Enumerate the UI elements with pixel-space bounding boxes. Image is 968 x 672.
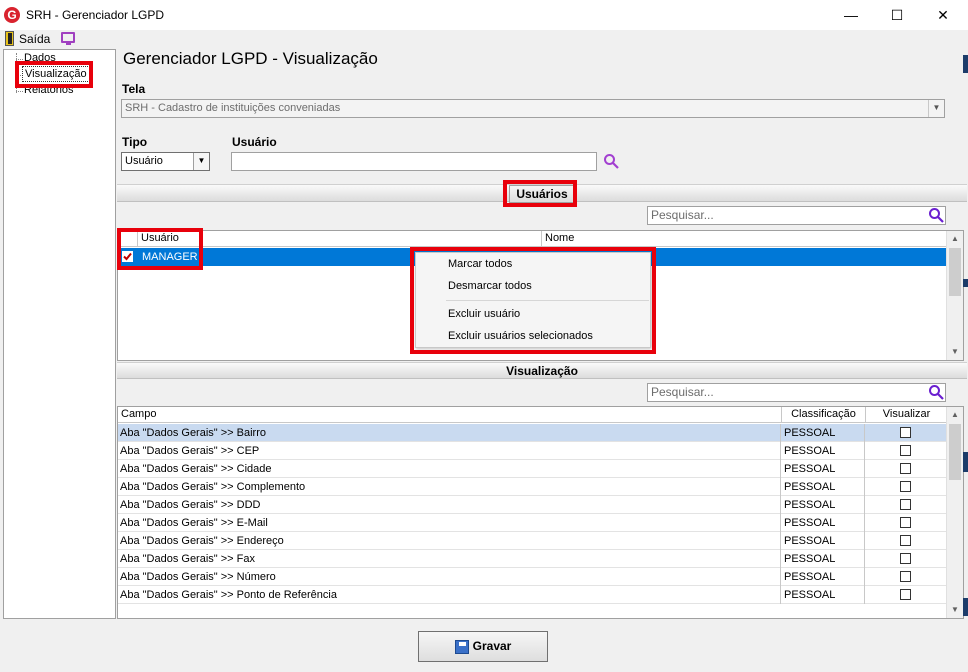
background-window-edge (963, 598, 968, 616)
usuario-label: Usuário (232, 135, 277, 149)
highlight-box (410, 247, 656, 354)
navigation-tree: Dados Relatórios (3, 49, 116, 619)
view-section-title: Visualização (506, 364, 578, 378)
search-icon[interactable] (603, 153, 619, 169)
table-row[interactable]: Aba "Dados Gerais" >> Endereço PESSOAL (118, 532, 947, 550)
table-row[interactable]: Aba "Dados Gerais" >> Bairro PESSOAL (118, 424, 947, 442)
campo-cell: Aba "Dados Gerais" >> Cidade (118, 460, 781, 478)
visualizar-checkbox[interactable] (900, 517, 911, 528)
campo-cell: Aba "Dados Gerais" >> Bairro (118, 424, 781, 442)
tipo-value: Usuário (125, 155, 163, 167)
highlight-box (15, 61, 93, 88)
view-grid: Campo Classificação Visualizar Aba "Dado… (117, 406, 964, 619)
tela-select[interactable]: SRH - Cadastro de instituições conveniad… (121, 99, 945, 118)
scroll-down-arrow-icon[interactable]: ▼ (947, 602, 963, 618)
visualizar-checkbox[interactable] (900, 535, 911, 546)
minimize-button[interactable]: — (828, 0, 874, 30)
visualizar-checkbox[interactable] (900, 571, 911, 582)
campo-cell: Aba "Dados Gerais" >> Endereço (118, 532, 781, 550)
scroll-up-arrow-icon[interactable]: ▲ (947, 407, 963, 423)
tela-label: Tela (122, 82, 146, 96)
window-title: SRH - Gerenciador LGPD (26, 8, 165, 22)
menu-exit[interactable]: Saída (19, 32, 50, 46)
campo-cell: Aba "Dados Gerais" >> CEP (118, 442, 781, 460)
visualizar-checkbox[interactable] (900, 553, 911, 564)
highlight-box (117, 228, 203, 270)
table-row[interactable]: Aba "Dados Gerais" >> Ponto de Referênci… (118, 586, 947, 604)
campo-cell: Aba "Dados Gerais" >> E-Mail (118, 514, 781, 532)
view-section-bar: Visualização (117, 362, 967, 379)
table-row[interactable]: Aba "Dados Gerais" >> Cidade PESSOAL (118, 460, 947, 478)
save-button[interactable]: Gravar (418, 631, 548, 662)
door-exit-icon[interactable] (5, 31, 14, 46)
classificacao-cell: PESSOAL (782, 568, 865, 586)
highlight-box (503, 180, 577, 207)
campo-cell: Aba "Dados Gerais" >> Ponto de Referênci… (118, 586, 781, 604)
column-header-visualizar[interactable]: Visualizar (866, 407, 947, 423)
background-window-edge (963, 279, 968, 287)
tela-value: SRH - Cadastro de instituições conveniad… (125, 102, 341, 114)
tipo-label: Tipo (122, 135, 148, 149)
scroll-down-arrow-icon[interactable]: ▼ (947, 344, 963, 360)
classificacao-cell: PESSOAL (782, 550, 865, 568)
background-window-edge (963, 452, 968, 472)
close-button[interactable]: ✕ (920, 0, 966, 30)
campo-cell: Aba "Dados Gerais" >> Fax (118, 550, 781, 568)
classificacao-cell: PESSOAL (782, 478, 865, 496)
classificacao-cell: PESSOAL (782, 586, 865, 604)
monitor-icon[interactable] (61, 32, 75, 45)
classificacao-cell: PESSOAL (782, 460, 865, 478)
page-title: Gerenciador LGPD - Visualização (123, 49, 378, 68)
classificacao-cell: PESSOAL (782, 532, 865, 550)
maximize-button[interactable]: ☐ (874, 0, 920, 30)
classificacao-cell: PESSOAL (782, 424, 865, 442)
classificacao-cell: PESSOAL (782, 514, 865, 532)
users-search-input[interactable]: Pesquisar... (647, 206, 946, 225)
table-row[interactable]: Aba "Dados Gerais" >> Fax PESSOAL (118, 550, 947, 568)
campo-cell: Aba "Dados Gerais" >> Complemento (118, 478, 781, 496)
scroll-up-arrow-icon[interactable]: ▲ (947, 231, 963, 247)
classificacao-cell: PESSOAL (782, 442, 865, 460)
table-row[interactable]: Aba "Dados Gerais" >> Número PESSOAL (118, 568, 947, 586)
view-scrollbar[interactable]: ▲ ▼ (946, 407, 963, 618)
users-grid-header: Usuário Nome (118, 231, 947, 247)
tipo-select[interactable]: Usuário ▼ (121, 152, 210, 171)
visualizar-checkbox[interactable] (900, 589, 911, 600)
usuario-input[interactable] (231, 152, 597, 171)
floppy-disk-icon (454, 639, 469, 654)
scroll-thumb[interactable] (949, 248, 961, 296)
visualizar-checkbox[interactable] (900, 445, 911, 456)
campo-cell: Aba "Dados Gerais" >> DDD (118, 496, 781, 514)
users-scrollbar[interactable]: ▲ ▼ (946, 231, 963, 360)
chevron-down-icon[interactable]: ▼ (928, 100, 944, 117)
column-header-classificacao[interactable]: Classificação (782, 407, 866, 423)
table-row[interactable]: Aba "Dados Gerais" >> Complemento PESSOAL (118, 478, 947, 496)
view-search-input[interactable]: Pesquisar... (647, 383, 946, 402)
search-icon[interactable] (928, 207, 944, 223)
chevron-down-icon[interactable]: ▼ (193, 153, 209, 170)
view-grid-header: Campo Classificação Visualizar (118, 407, 947, 423)
table-row[interactable]: Aba "Dados Gerais" >> CEP PESSOAL (118, 442, 947, 460)
users-search-placeholder: Pesquisar... (651, 208, 714, 222)
visualizar-checkbox[interactable] (900, 499, 911, 510)
menu-bar (0, 30, 968, 48)
column-header-nome[interactable]: Nome (542, 231, 947, 247)
table-row[interactable]: Aba "Dados Gerais" >> DDD PESSOAL (118, 496, 947, 514)
scroll-thumb[interactable] (949, 424, 961, 480)
column-header-campo[interactable]: Campo (118, 407, 782, 423)
visualizar-checkbox[interactable] (900, 481, 911, 492)
campo-cell: Aba "Dados Gerais" >> Número (118, 568, 781, 586)
search-icon[interactable] (928, 384, 944, 400)
app-logo-icon: G (4, 7, 20, 23)
table-row[interactable]: Aba "Dados Gerais" >> E-Mail PESSOAL (118, 514, 947, 532)
save-button-label: Gravar (472, 639, 512, 653)
visualizar-checkbox[interactable] (900, 463, 911, 474)
classificacao-cell: PESSOAL (782, 496, 865, 514)
visualizar-checkbox[interactable] (900, 427, 911, 438)
view-search-placeholder: Pesquisar... (651, 385, 714, 399)
background-window-edge (963, 55, 968, 73)
